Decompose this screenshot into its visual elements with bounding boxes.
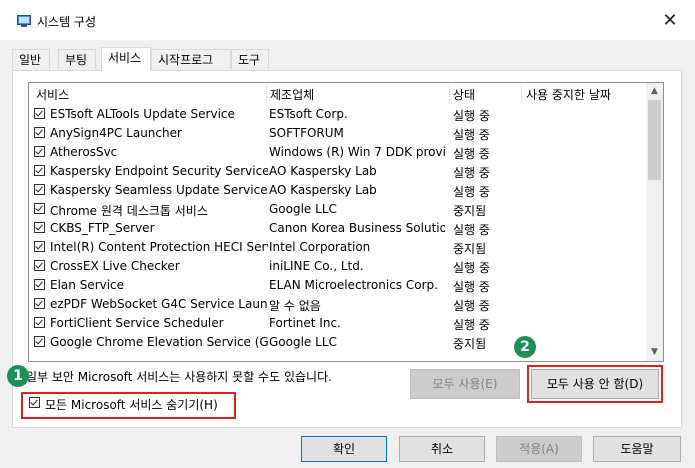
system-config-icon (17, 15, 31, 27)
service-state: 실행 중 (453, 109, 490, 123)
header-service[interactable]: 서비스 (36, 86, 69, 103)
scroll-thumb[interactable] (648, 100, 661, 180)
service-maker: ESTsoft Corp. (269, 107, 348, 121)
service-maker: AO Kaspersky Lab (269, 183, 377, 197)
service-checkbox[interactable] (34, 203, 45, 214)
table-row[interactable]: CKBS_FTP_Server Canon Korea Business Solu… (29, 219, 647, 238)
tab-boot[interactable]: 부팅 (58, 49, 96, 69)
header-maker[interactable]: 제조업체 (270, 86, 314, 103)
service-state: 중지됨 (453, 242, 487, 256)
service-rows: ESTsoft ALTools Update Service ESTsoft Co… (29, 105, 647, 352)
header-disabled-date[interactable]: 사용 중지한 날짜 (526, 86, 611, 103)
list-header: 서비스 제조업체 상태 사용 중지한 날짜 (29, 83, 647, 105)
service-name: Intel(R) Content Protection HECI Serv... (50, 240, 268, 254)
service-state: 실행 중 (453, 223, 490, 237)
service-maker: iniLINE Co., Ltd. (269, 259, 364, 273)
apply-button[interactable]: 적용(A) (496, 436, 582, 462)
service-name: Chrome 원격 데스크톱 서비스 (50, 204, 208, 218)
service-maker: Google LLC (269, 335, 337, 349)
service-checkbox[interactable] (34, 279, 45, 290)
tab-general[interactable]: 일반 (12, 49, 50, 69)
table-row[interactable]: FortiClient Service Scheduler Fortinet In… (29, 314, 647, 333)
service-state: 실행 중 (453, 166, 490, 180)
service-checkbox[interactable] (34, 127, 45, 138)
table-row[interactable]: Kaspersky Seamless Update Service AO Kasp… (29, 181, 647, 200)
service-checkbox[interactable] (34, 241, 45, 252)
service-state: 실행 중 (453, 280, 490, 294)
table-row[interactable]: Elan Service ELAN Microelectronics Corp. 실… (29, 276, 647, 295)
hide-ms-checkbox[interactable] (29, 397, 40, 408)
close-icon[interactable]: ✕ (659, 10, 681, 32)
service-checkbox[interactable] (34, 317, 45, 328)
table-row[interactable]: Google Chrome Elevation Service (G... Goo… (29, 333, 647, 352)
service-maker: SOFTFORUM (269, 126, 344, 140)
table-row[interactable]: Kaspersky Endpoint Security Service AO Ka… (29, 162, 647, 181)
service-state: 실행 중 (453, 261, 490, 275)
service-state: 중지됨 (453, 337, 487, 351)
service-checkbox[interactable] (34, 108, 45, 119)
service-name: AnySign4PC Launcher (50, 126, 182, 140)
title-bar: 시스템 구성 ✕ (0, 0, 695, 40)
service-state: 실행 중 (453, 185, 490, 199)
service-maker: Intel Corporation (269, 240, 371, 254)
service-name: CKBS_FTP_Server (50, 221, 155, 235)
hide-ms-label: 모든 Microsoft 서비스 숨기기(H) (45, 398, 218, 412)
services-list[interactable]: 서비스 제조업체 상태 사용 중지한 날짜 ESTsoft ALTools Up… (28, 82, 664, 362)
table-row[interactable]: Intel(R) Content Protection HECI Serv...… (29, 238, 647, 257)
service-name: FortiClient Service Scheduler (50, 316, 224, 330)
ok-button[interactable]: 확인 (301, 436, 387, 462)
step-marker-1: 1 (7, 365, 29, 387)
scroll-up-icon[interactable]: ▲ (646, 83, 663, 100)
table-row[interactable]: Chrome 원격 데스크톱 서비스 Google LLC 중지됨 (29, 200, 647, 219)
table-row[interactable]: ezPDF WebSocket G4C Service Launc... 알 수 … (29, 295, 647, 314)
service-state: 실행 중 (453, 147, 490, 161)
service-maker: Canon Korea Business Solutio... (269, 221, 445, 235)
service-checkbox[interactable] (34, 298, 45, 309)
table-row[interactable]: AnySign4PC Launcher SOFTFORUM 실행 중 (29, 124, 647, 143)
service-maker: Fortinet Inc. (269, 316, 341, 330)
vertical-scrollbar[interactable]: ▲ ▼ (646, 83, 663, 361)
service-name: AtherosSvc (50, 145, 118, 159)
service-name: ezPDF WebSocket G4C Service Launc... (50, 297, 268, 311)
service-name: Google Chrome Elevation Service (G... (50, 335, 268, 349)
enable-all-button[interactable]: 모두 사용(E) (410, 369, 520, 399)
tab-startup[interactable]: 시작프로그램 (151, 49, 231, 87)
cancel-button[interactable]: 취소 (399, 436, 485, 462)
service-checkbox[interactable] (34, 336, 45, 347)
table-row[interactable]: CrossEX Live Checker iniLINE Co., Ltd. 실행 … (29, 257, 647, 276)
service-name: CrossEX Live Checker (50, 259, 180, 273)
service-checkbox[interactable] (34, 260, 45, 271)
service-maker: AO Kaspersky Lab (269, 164, 377, 178)
table-row[interactable]: ESTsoft ALTools Update Service ESTsoft Co… (29, 105, 647, 124)
service-name: Kaspersky Endpoint Security Service (50, 164, 268, 178)
tab-tools[interactable]: 도구 (231, 49, 269, 69)
service-checkbox[interactable] (34, 165, 45, 176)
service-checkbox[interactable] (34, 146, 45, 157)
header-state[interactable]: 상태 (453, 86, 475, 103)
service-state: 실행 중 (453, 128, 490, 142)
service-maker: Google LLC (269, 202, 337, 216)
service-maker: 알 수 없음 (269, 299, 321, 313)
service-checkbox[interactable] (34, 222, 45, 233)
ms-services-note: 일부 보안 Microsoft 서비스는 사용하지 못할 수도 있습니다. (26, 370, 332, 384)
service-maker: ELAN Microelectronics Corp. (269, 278, 438, 292)
service-state: 실행 중 (453, 318, 490, 332)
service-state: 실행 중 (453, 299, 490, 313)
service-name: Elan Service (50, 278, 125, 292)
step-marker-2: 2 (514, 336, 536, 358)
service-maker: Windows (R) Win 7 DDK provi... (269, 145, 445, 159)
service-name: Kaspersky Seamless Update Service (50, 183, 268, 197)
help-button[interactable]: 도움말 (593, 436, 681, 462)
scroll-down-icon[interactable]: ▼ (646, 344, 663, 361)
service-state: 중지됨 (453, 204, 487, 218)
disable-all-button[interactable]: 모두 사용 안 함(D) (531, 369, 659, 399)
window-title: 시스템 구성 (37, 15, 97, 29)
table-row[interactable]: AtherosSvc Windows (R) Win 7 DDK provi...… (29, 143, 647, 162)
tab-services[interactable]: 서비스 (101, 47, 151, 71)
service-name: ESTsoft ALTools Update Service (50, 107, 235, 121)
service-checkbox[interactable] (34, 184, 45, 195)
